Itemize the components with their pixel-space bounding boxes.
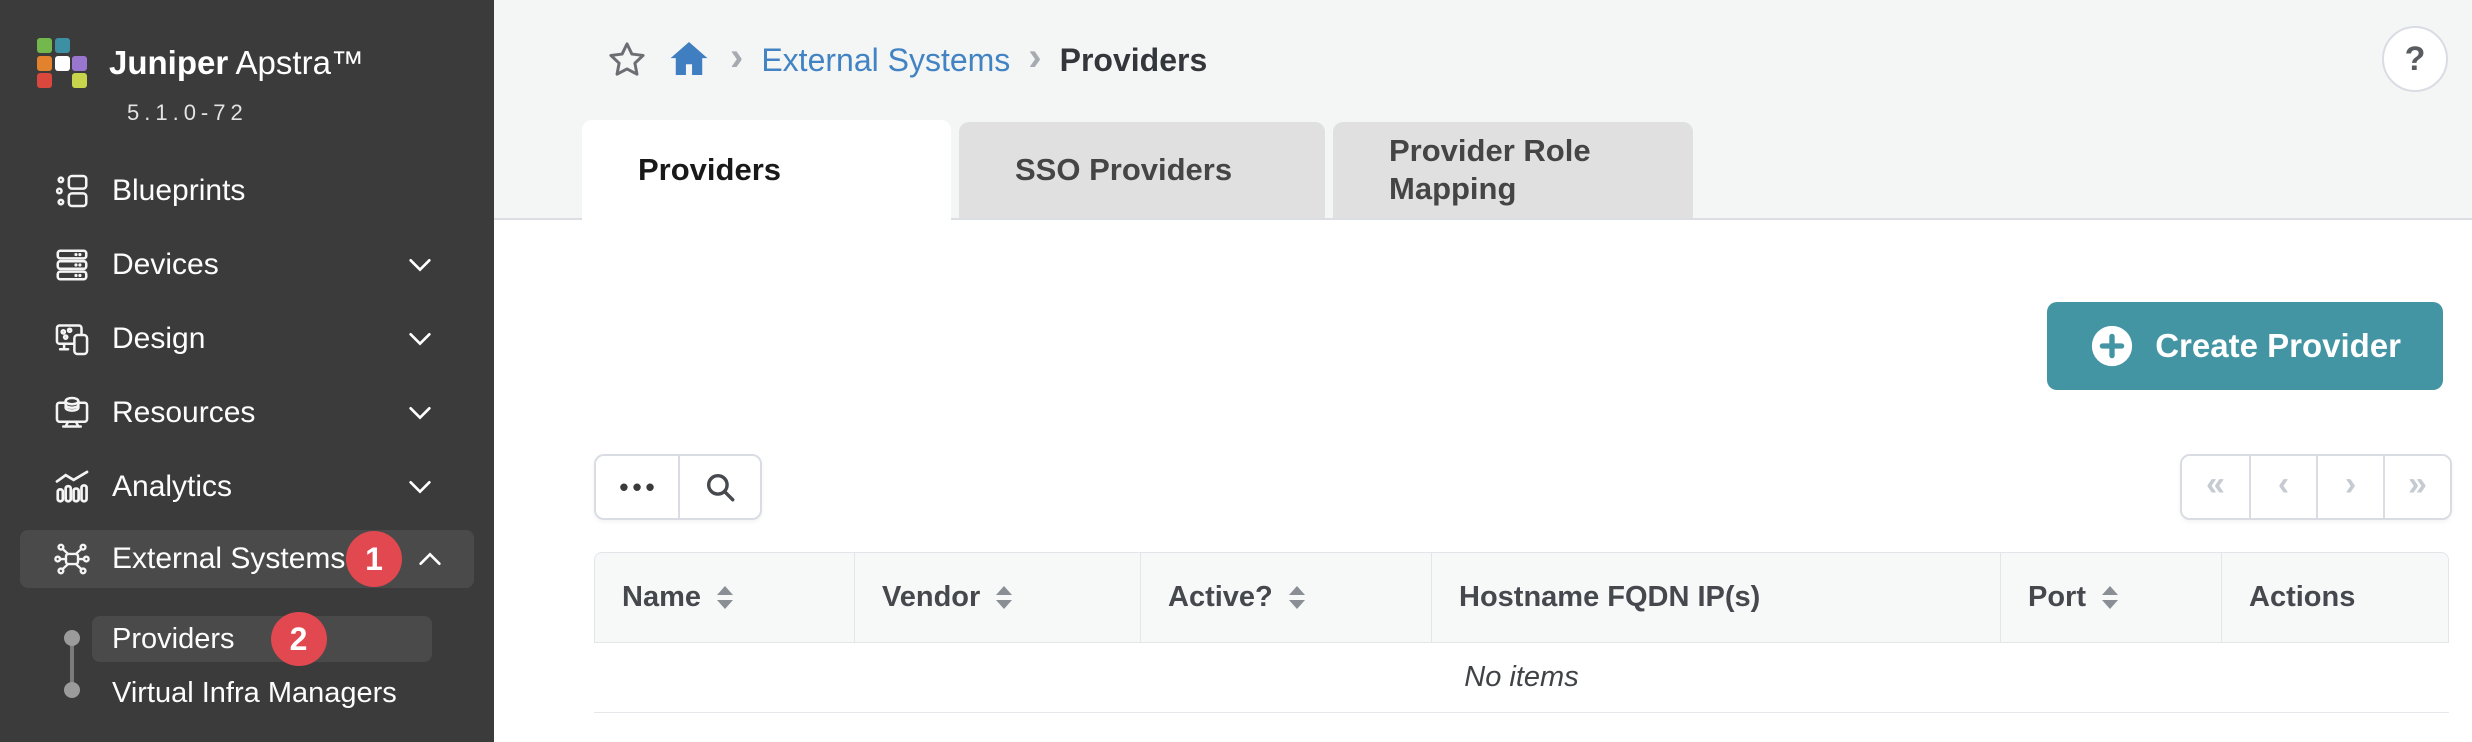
tab-provider-role-mapping[interactable]: Provider Role Mapping bbox=[1333, 122, 1693, 218]
plus-circle-icon bbox=[2089, 323, 2135, 369]
column-header-hostname: Hostname FQDN IP(s) bbox=[1431, 553, 2000, 642]
chevron-up-icon bbox=[414, 543, 446, 575]
app-version: 5.1.0-72 bbox=[127, 100, 494, 126]
search-button[interactable] bbox=[678, 456, 760, 518]
help-button[interactable]: ? bbox=[2382, 26, 2448, 92]
sidebar-item-label: External Systems bbox=[112, 542, 345, 576]
analytics-icon bbox=[53, 468, 91, 506]
tab-sso-providers[interactable]: SSO Providers bbox=[959, 122, 1325, 218]
more-options-button[interactable]: ••• bbox=[596, 456, 678, 518]
column-header-port[interactable]: Port bbox=[2000, 553, 2221, 642]
sidebar-item-virtual-infra-managers[interactable]: Virtual Infra Managers bbox=[0, 670, 494, 716]
double-chevron-left-icon: « bbox=[2206, 467, 2225, 507]
chevron-down-icon bbox=[404, 397, 436, 429]
pagination: « ‹ › » bbox=[2180, 454, 2452, 520]
column-label: Actions bbox=[2249, 581, 2355, 614]
chevron-down-icon bbox=[404, 471, 436, 503]
breadcrumb-separator: › bbox=[1028, 37, 1041, 83]
brand-logo: Juniper Apstra™ bbox=[0, 0, 494, 88]
sort-icon bbox=[996, 586, 1012, 609]
breadcrumb-link-external-systems[interactable]: External Systems bbox=[761, 42, 1010, 79]
sidebar-item-analytics[interactable]: Analytics bbox=[0, 450, 494, 524]
favorite-star-icon[interactable] bbox=[606, 39, 648, 81]
tab-label: SSO Providers bbox=[1015, 151, 1232, 189]
design-icon bbox=[53, 320, 91, 358]
chevron-left-icon: ‹ bbox=[2278, 467, 2289, 507]
sidebar-nav: Blueprints Devices bbox=[0, 154, 494, 716]
brand-name-bold: Juniper bbox=[109, 44, 228, 81]
table-header-row: Name Vendor Active? Hostname FQDN IP(s) bbox=[594, 552, 2449, 643]
sidebar: Juniper Apstra™ 5.1.0-72 Blueprints bbox=[0, 0, 494, 742]
create-provider-label: Create Provider bbox=[2155, 327, 2401, 365]
sort-icon bbox=[1289, 586, 1305, 609]
search-icon bbox=[703, 470, 737, 504]
sidebar-item-label: Blueprints bbox=[112, 174, 245, 208]
sort-icon bbox=[2102, 586, 2118, 609]
sidebar-item-devices[interactable]: Devices bbox=[0, 228, 494, 302]
chevron-right-icon: › bbox=[2345, 467, 2356, 507]
column-label: Port bbox=[2028, 581, 2086, 614]
page-header: › External Systems › Providers ? Provide… bbox=[494, 0, 2472, 220]
brand-title: Juniper Apstra™ bbox=[109, 44, 364, 82]
tab-providers[interactable]: Providers bbox=[582, 120, 951, 220]
providers-table: Name Vendor Active? Hostname FQDN IP(s) bbox=[594, 552, 2449, 713]
devices-icon bbox=[53, 246, 91, 284]
brand-name-regular: Apstra™ bbox=[228, 44, 364, 81]
column-label: Name bbox=[622, 581, 701, 614]
column-header-vendor[interactable]: Vendor bbox=[854, 553, 1140, 642]
first-page-button[interactable]: « bbox=[2182, 456, 2249, 518]
column-header-actions: Actions bbox=[2221, 553, 2448, 642]
tab-bar: Providers SSO Providers Provider Role Ma… bbox=[582, 120, 1693, 220]
chevron-down-icon bbox=[404, 323, 436, 355]
column-label: Active? bbox=[1168, 581, 1273, 614]
external-systems-icon bbox=[53, 540, 91, 578]
sidebar-item-label: Devices bbox=[112, 248, 219, 282]
sort-icon bbox=[717, 586, 733, 609]
double-chevron-right-icon: » bbox=[2408, 467, 2427, 507]
blueprints-icon bbox=[53, 172, 91, 210]
table-toolbar: ••• bbox=[594, 454, 762, 520]
home-icon[interactable] bbox=[666, 37, 712, 83]
sidebar-item-blueprints[interactable]: Blueprints bbox=[0, 154, 494, 228]
column-label: Vendor bbox=[882, 581, 980, 614]
breadcrumb: › External Systems › Providers bbox=[606, 30, 1207, 90]
sidebar-item-label: Providers bbox=[112, 623, 235, 656]
sidebar-item-design[interactable]: Design bbox=[0, 302, 494, 376]
step-badge-2: 2 bbox=[271, 612, 327, 666]
create-provider-button[interactable]: Create Provider bbox=[2047, 302, 2443, 390]
sidebar-item-external-systems[interactable]: External Systems 1 bbox=[20, 530, 474, 588]
app-window: Juniper Apstra™ 5.1.0-72 Blueprints bbox=[0, 0, 2472, 742]
breadcrumb-current-page: Providers bbox=[1060, 42, 1208, 79]
tab-label: Providers bbox=[638, 151, 781, 189]
chevron-down-icon bbox=[404, 249, 436, 281]
step-badge-1: 1 bbox=[346, 531, 402, 587]
column-header-active[interactable]: Active? bbox=[1140, 553, 1431, 642]
tree-dot bbox=[64, 630, 80, 646]
tab-label: Provider Role Mapping bbox=[1389, 132, 1653, 208]
tab-content: Create Provider ••• « ‹ › » bbox=[494, 220, 2472, 740]
column-header-name[interactable]: Name bbox=[595, 553, 854, 642]
table-empty-state: No items bbox=[594, 643, 2449, 713]
main-area: › External Systems › Providers ? Provide… bbox=[494, 0, 2472, 742]
last-page-button[interactable]: » bbox=[2383, 456, 2450, 518]
sidebar-item-providers[interactable]: Providers 2 bbox=[92, 616, 432, 662]
column-label: Hostname FQDN IP(s) bbox=[1459, 581, 1760, 614]
resources-icon bbox=[53, 394, 91, 432]
external-systems-submenu: Providers 2 Virtual Infra Managers bbox=[0, 616, 494, 716]
breadcrumb-separator: › bbox=[730, 37, 743, 83]
previous-page-button[interactable]: ‹ bbox=[2249, 456, 2316, 518]
next-page-button[interactable]: › bbox=[2316, 456, 2383, 518]
sidebar-item-label: Virtual Infra Managers bbox=[112, 677, 397, 710]
sidebar-item-label: Analytics bbox=[112, 470, 232, 504]
sidebar-item-label: Design bbox=[112, 322, 205, 356]
sidebar-item-resources[interactable]: Resources bbox=[0, 376, 494, 450]
sidebar-item-label: Resources bbox=[112, 396, 255, 430]
juniper-logo-icon bbox=[37, 38, 87, 88]
ellipsis-icon: ••• bbox=[615, 472, 658, 503]
